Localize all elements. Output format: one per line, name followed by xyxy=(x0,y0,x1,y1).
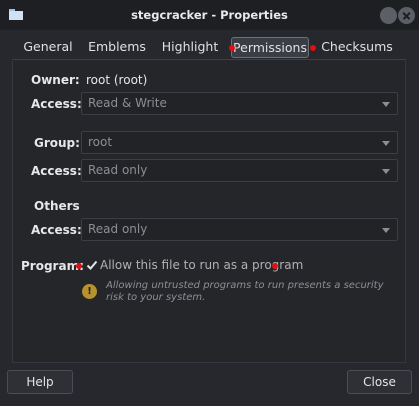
minimize-button[interactable] xyxy=(380,7,397,24)
checkmark-icon[interactable] xyxy=(86,259,98,271)
marker-dot xyxy=(76,263,82,269)
close-window-button[interactable] xyxy=(398,7,415,24)
tab-general[interactable]: General xyxy=(18,36,78,60)
group-label: Group: xyxy=(34,136,80,150)
program-label: Program: xyxy=(21,259,84,273)
others-access-value: Read only xyxy=(88,222,148,236)
group-dropdown[interactable]: root xyxy=(81,131,398,154)
group-access-dropdown[interactable]: Read only xyxy=(81,159,398,182)
marker-dot xyxy=(272,263,278,269)
group-access-value: Read only xyxy=(88,163,148,177)
owner-value: root (root) xyxy=(86,73,148,87)
tab-highlight[interactable]: Highlight xyxy=(158,36,222,60)
chevron-down-icon xyxy=(382,228,390,233)
others-label: Others xyxy=(34,199,80,213)
warning-icon: ! xyxy=(82,284,97,299)
owner-access-label: Access: xyxy=(31,97,82,111)
window-title: stegcracker - Properties xyxy=(131,8,288,22)
marker-dot xyxy=(310,45,316,51)
marker-dot xyxy=(229,45,235,51)
help-button[interactable]: Help xyxy=(7,370,73,394)
title-bar: stegcracker - Properties xyxy=(0,0,419,30)
tab-permissions[interactable]: Permissions xyxy=(231,37,309,58)
security-warning-text: Allowing untrusted programs to run prese… xyxy=(106,280,384,303)
group-value: root xyxy=(88,135,113,149)
close-button[interactable]: Close xyxy=(347,370,412,394)
tab-emblems[interactable]: Emblems xyxy=(85,36,149,60)
owner-label: Owner: xyxy=(31,73,80,87)
tab-bar: General Emblems Highlight Permissions Ch… xyxy=(12,36,406,60)
chevron-down-icon xyxy=(382,102,390,107)
others-access-dropdown[interactable]: Read only xyxy=(81,218,398,241)
others-access-label: Access: xyxy=(31,223,82,237)
chevron-down-icon xyxy=(382,141,390,146)
chevron-down-icon xyxy=(382,169,390,174)
tab-checksums[interactable]: Checksums xyxy=(321,36,393,60)
owner-access-value: Read & Write xyxy=(88,96,167,110)
owner-access-dropdown[interactable]: Read & Write xyxy=(81,92,398,115)
group-access-label: Access: xyxy=(31,164,82,178)
